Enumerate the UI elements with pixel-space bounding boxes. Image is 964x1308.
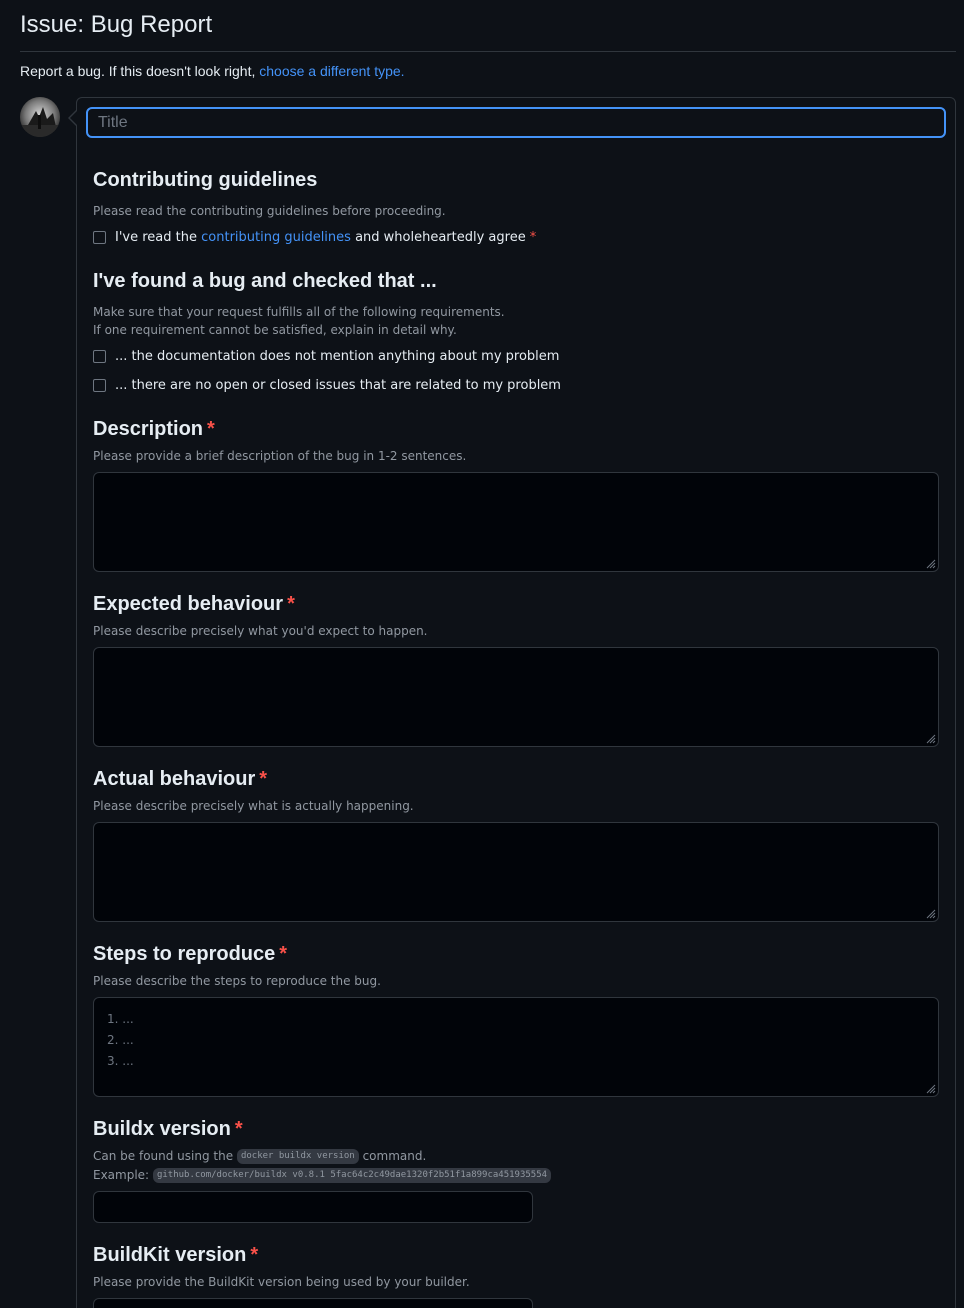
required-marker: * bbox=[529, 230, 537, 245]
buildkit-version-input[interactable] bbox=[93, 1298, 533, 1308]
required-marker: * bbox=[279, 943, 288, 965]
checked-that-heading: I've found a bug and checked that ... bbox=[93, 270, 437, 292]
contributing-help: Please read the contributing guidelines … bbox=[93, 204, 446, 218]
buildx-example-code: github.com/docker/buildx v0.8.1 5fac64c2… bbox=[152, 1168, 552, 1183]
buildx-heading: Buildx version * bbox=[93, 1118, 243, 1141]
description-help: Please provide a brief description of th… bbox=[93, 449, 467, 463]
description-heading: Description * bbox=[93, 418, 215, 441]
required-marker: * bbox=[259, 768, 268, 790]
requirement-label: ... the documentation does not mention a… bbox=[115, 349, 560, 364]
steps-textarea[interactable]: 1. ... 2. ... 3. ... bbox=[93, 997, 939, 1097]
buildkit-heading-text: BuildKit version bbox=[93, 1244, 247, 1266]
buildx-help-prefix: Can be found using the bbox=[93, 1149, 234, 1163]
steps-heading: Steps to reproduce * bbox=[93, 943, 287, 966]
description-heading-text: Description bbox=[93, 418, 204, 440]
buildx-command-code: docker buildx version bbox=[236, 1149, 359, 1164]
steps-placeholder: 1. ... 2. ... 3. ... bbox=[107, 1009, 134, 1072]
checked-that-help: Make sure that your request fulfills all… bbox=[93, 303, 505, 339]
expected-textarea[interactable] bbox=[93, 647, 939, 747]
requirement-checkbox[interactable] bbox=[93, 350, 106, 363]
steps-placeholder-line: 1. ... bbox=[107, 1012, 134, 1026]
buildkit-heading: BuildKit version * bbox=[93, 1244, 258, 1267]
resize-grip-icon[interactable] bbox=[924, 907, 936, 919]
requirement-checkbox-row[interactable]: ... the documentation does not mention a… bbox=[93, 349, 559, 364]
steps-help: Please describe the steps to reproduce t… bbox=[93, 974, 381, 988]
avatar[interactable] bbox=[20, 97, 60, 137]
contributing-checkbox[interactable] bbox=[93, 231, 106, 244]
issue-form-page: Issue: Bug Report Report a bug. If this … bbox=[0, 0, 964, 1308]
contributing-check-suffix: and wholeheartedly agree bbox=[355, 230, 526, 245]
avatar-image bbox=[20, 97, 60, 137]
buildx-example-line: Example: github.com/docker/buildx v0.8.1… bbox=[93, 1166, 552, 1184]
page-subtitle: Report a bug. If this doesn't look right… bbox=[20, 63, 405, 79]
resize-grip-icon[interactable] bbox=[924, 557, 936, 569]
contributing-guidelines-link[interactable]: contributing guidelines bbox=[201, 230, 351, 245]
checked-that-help-line1: Make sure that your request fulfills all… bbox=[93, 305, 505, 319]
required-marker: * bbox=[250, 1244, 259, 1266]
requirement-checkbox-row[interactable]: ... there are no open or closed issues t… bbox=[93, 378, 561, 393]
steps-placeholder-line: 2. ... bbox=[107, 1033, 134, 1047]
required-marker: * bbox=[287, 593, 295, 615]
buildx-version-input[interactable] bbox=[93, 1191, 533, 1223]
contributing-heading: Contributing guidelines bbox=[93, 169, 318, 191]
page-title: Issue: Bug Report bbox=[20, 11, 213, 38]
buildx-heading-text: Buildx version bbox=[93, 1118, 231, 1140]
subtitle-text: Report a bug. If this doesn't look right… bbox=[20, 63, 256, 79]
requirement-label: ... there are no open or closed issues t… bbox=[115, 378, 561, 393]
header-divider bbox=[20, 51, 956, 52]
resize-grip-icon[interactable] bbox=[924, 1082, 936, 1094]
expected-help: Please describe precisely what you'd exp… bbox=[93, 624, 428, 638]
actual-heading-text: Actual behaviour bbox=[93, 768, 256, 790]
resize-grip-icon[interactable] bbox=[924, 732, 936, 744]
steps-heading-text: Steps to reproduce bbox=[93, 943, 276, 965]
title-input[interactable] bbox=[86, 107, 946, 138]
buildx-help-line1: Can be found using the docker buildx ver… bbox=[93, 1147, 551, 1165]
description-textarea[interactable] bbox=[93, 472, 939, 572]
requirement-checkbox[interactable] bbox=[93, 379, 106, 392]
buildx-example-label: Example: bbox=[93, 1168, 150, 1182]
contributing-checkbox-row[interactable]: I've read the contributing guidelines an… bbox=[93, 230, 536, 245]
choose-different-type-link[interactable]: choose a different type. bbox=[259, 63, 404, 79]
steps-placeholder-line: 3. ... bbox=[107, 1054, 134, 1068]
buildx-help: Can be found using the docker buildx ver… bbox=[93, 1147, 552, 1184]
expected-heading: Expected behaviour * bbox=[93, 593, 295, 616]
actual-textarea[interactable] bbox=[93, 822, 939, 922]
required-marker: * bbox=[234, 1118, 243, 1140]
contributing-check-prefix: I've read the bbox=[115, 230, 197, 245]
expected-heading-text: Expected behaviour bbox=[93, 593, 284, 615]
checked-that-help-line2: If one requirement cannot be satisfied, … bbox=[93, 323, 457, 337]
required-marker: * bbox=[207, 418, 215, 440]
buildx-help-suffix: command. bbox=[362, 1149, 427, 1163]
actual-help: Please describe precisely what is actual… bbox=[93, 799, 414, 813]
buildkit-help: Please provide the BuildKit version bein… bbox=[93, 1275, 470, 1289]
actual-heading: Actual behaviour * bbox=[93, 768, 267, 791]
